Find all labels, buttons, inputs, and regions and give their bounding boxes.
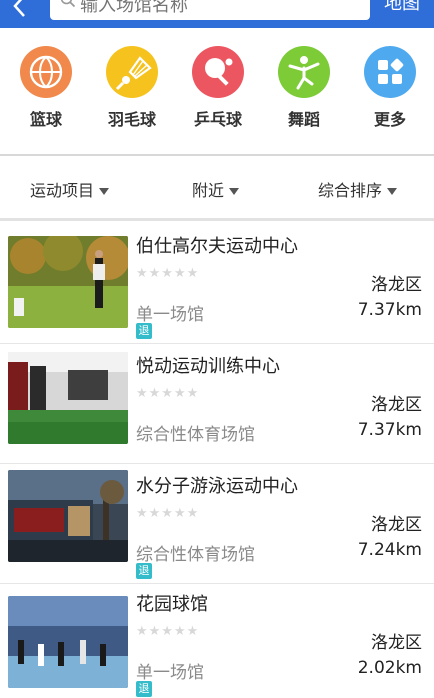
venue-card[interactable]: 花园球馆 ★★★★★ 洛龙区 单一场馆 2.02km 退 — [0, 582, 434, 698]
category-label: 乒乓球 — [193, 110, 242, 129]
venue-card[interactable]: 悦动运动训练中心 ★★★★★ 洛龙区 综合性体育场馆 7.37km — [0, 344, 434, 464]
venue-distance: 2.02km — [357, 658, 422, 678]
badminton-icon — [106, 46, 158, 98]
venue-type: 单一场馆 — [136, 305, 204, 325]
venue-name: 伯仕高尔夫运动中心 — [136, 236, 298, 257]
venue-photo — [8, 236, 128, 328]
venue-type: 单一场馆 — [136, 663, 204, 683]
category-badminton[interactable]: 羽毛球 — [92, 40, 172, 130]
venue-card[interactable]: 水分子游泳运动中心 ★★★★★ 洛龙区 综合性体育场馆 7.24km 退 — [0, 464, 434, 584]
map-button[interactable]: 地图 — [384, 0, 420, 18]
venue-type: 综合性体育场馆 — [136, 425, 255, 445]
rating-stars: ★★★★★ — [136, 624, 200, 639]
venue-distance: 7.37km — [357, 300, 422, 320]
venue-photo — [8, 470, 128, 562]
refund-badge: 退 — [136, 323, 152, 339]
filter-label: 附近 — [192, 181, 225, 200]
rating-stars: ★★★★★ — [136, 506, 200, 521]
venue-name: 水分子游泳运动中心 — [136, 476, 298, 497]
venue-type: 综合性体育场馆 — [136, 545, 255, 565]
venue-name: 悦动运动训练中心 — [136, 356, 280, 377]
caret-down-icon — [229, 188, 240, 195]
filter-sport-type[interactable]: 运动项目 — [30, 177, 110, 201]
category-table-tennis[interactable]: 乒乓球 — [178, 40, 258, 130]
category-basketball[interactable]: 篮球 — [6, 40, 86, 130]
venue-distance: 7.37km — [357, 420, 422, 440]
category-label: 篮球 — [29, 110, 62, 129]
search-input[interactable] — [80, 0, 360, 20]
venue-district: 洛龙区 — [371, 275, 422, 295]
venue-photo — [8, 596, 128, 688]
top-bar: 地图 — [0, 0, 434, 28]
caret-down-icon — [387, 188, 398, 195]
category-dance[interactable]: 舞蹈 — [264, 40, 344, 130]
filter-nearby[interactable]: 附近 — [192, 177, 240, 201]
category-label: 羽毛球 — [107, 110, 156, 129]
venue-photo — [8, 352, 128, 444]
more-icon — [364, 46, 416, 98]
category-row: 篮球 羽毛球 乒乓球 舞蹈 更多 — [0, 40, 434, 140]
rating-stars: ★★★★★ — [136, 266, 200, 281]
venue-district: 洛龙区 — [371, 395, 422, 415]
venue-district: 洛龙区 — [371, 515, 422, 535]
basketball-icon — [20, 46, 72, 98]
category-label: 更多 — [373, 110, 406, 129]
venue-distance: 7.24km — [357, 540, 422, 560]
refund-badge: 退 — [136, 563, 152, 579]
filter-label: 运动项目 — [30, 181, 95, 200]
rating-stars: ★★★★★ — [136, 386, 200, 401]
refund-badge: 退 — [136, 681, 152, 697]
category-label: 舞蹈 — [287, 110, 320, 129]
divider — [0, 154, 434, 156]
category-more[interactable]: 更多 — [350, 40, 430, 130]
back-arrow-icon[interactable] — [8, 0, 32, 20]
caret-down-icon — [99, 188, 110, 195]
dance-icon — [278, 46, 330, 98]
search-box[interactable] — [50, 0, 370, 20]
search-icon — [60, 0, 76, 8]
table-tennis-icon — [192, 46, 244, 98]
filter-bar: 运动项目 附近 综合排序 — [0, 160, 434, 216]
filter-label: 综合排序 — [318, 181, 383, 200]
divider — [0, 218, 434, 221]
venue-district: 洛龙区 — [371, 633, 422, 653]
filter-sort[interactable]: 综合排序 — [318, 177, 398, 201]
venue-card[interactable]: 伯仕高尔夫运动中心 ★★★★★ 洛龙区 单一场馆 7.37km 退 — [0, 224, 434, 344]
venue-name: 花园球馆 — [136, 594, 208, 615]
